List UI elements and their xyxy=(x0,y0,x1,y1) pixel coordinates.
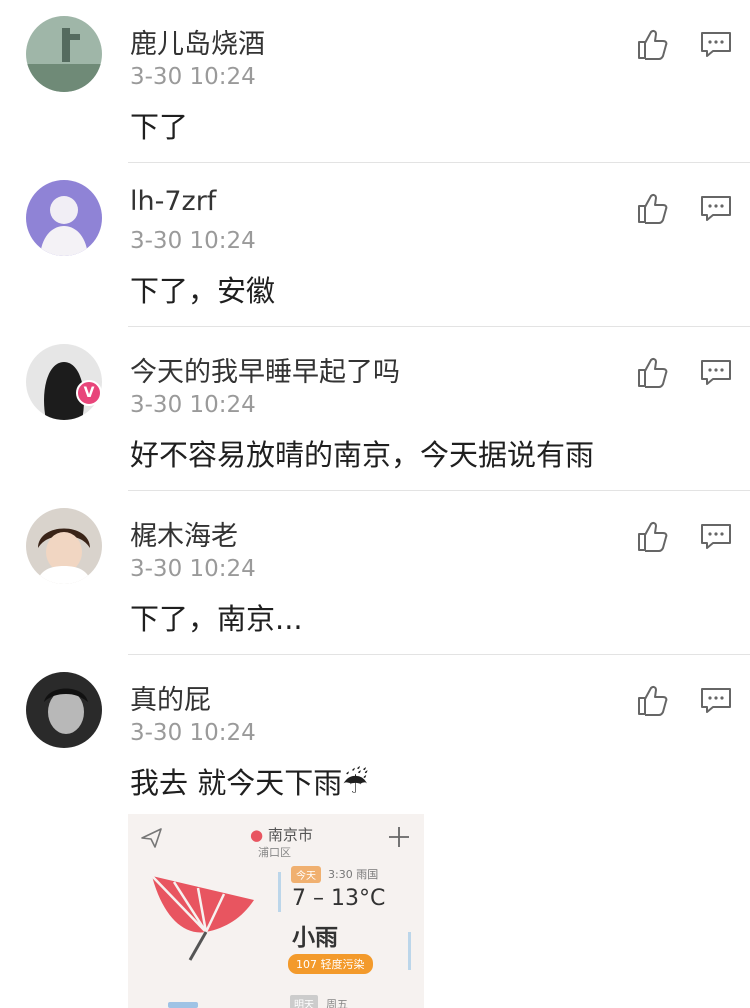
umbrella-icon xyxy=(151,875,254,961)
attached-weather-image[interactable]: ● 南京市 浦口区 今天 3:30 雨国 7 – 13°C 小雨 107 轻度污… xyxy=(128,814,424,1008)
weather-condition: 小雨 xyxy=(292,925,338,951)
comment-text: 下了，南京... xyxy=(130,602,303,636)
location-pin-icon: ● xyxy=(250,826,264,844)
weather-city-name: 南京市 xyxy=(267,826,313,844)
like-button[interactable] xyxy=(634,190,670,226)
timestamp: 3-30 10:24 xyxy=(130,720,256,746)
weather-next-day-tag: 明天 xyxy=(290,995,318,1008)
reply-button[interactable] xyxy=(698,682,734,718)
weather-indicator-bar xyxy=(168,1002,198,1008)
thumbs-up-icon xyxy=(638,357,668,388)
reply-button[interactable] xyxy=(698,518,734,554)
divider xyxy=(128,490,750,491)
comment-text: 好不容易放晴的南京，今天据说有雨 xyxy=(130,438,595,472)
like-button[interactable] xyxy=(634,26,670,62)
comment-item: lh-7zrf 3-30 10:24 下了，安徽 xyxy=(0,164,750,328)
like-button[interactable] xyxy=(634,354,670,390)
comment-item: V 今天的我早睡早起了吗 3-30 10:24 好不容易放晴的南京，今天据说有雨 xyxy=(0,328,750,492)
thumbs-up-icon xyxy=(638,29,668,60)
weather-indicator-bar xyxy=(278,872,281,912)
divider xyxy=(128,162,750,163)
plus-icon xyxy=(389,827,409,847)
reply-button[interactable] xyxy=(698,26,734,62)
reply-button[interactable] xyxy=(698,190,734,226)
divider xyxy=(128,326,750,327)
weather-city: ● 南京市 xyxy=(250,824,313,845)
comment-bubble-icon xyxy=(701,360,731,385)
comment-item: 梶木海老 3-30 10:24 下了，南京... xyxy=(0,492,750,656)
comment-bubble-icon xyxy=(701,32,731,57)
avatar[interactable] xyxy=(26,508,102,584)
comment-bubble-icon xyxy=(701,688,731,713)
username[interactable]: 真的屁 xyxy=(130,678,211,717)
username[interactable]: 今天的我早睡早起了吗 xyxy=(130,350,400,389)
weather-indicator-bar xyxy=(408,932,411,970)
comment-bubble-icon xyxy=(701,196,731,221)
send-icon xyxy=(141,828,162,848)
timestamp: 3-30 10:24 xyxy=(130,556,256,582)
thumbs-up-icon xyxy=(638,193,668,224)
weather-day-tag: 今天 xyxy=(291,866,321,883)
vip-badge: V xyxy=(76,380,102,406)
timestamp: 3-30 10:24 xyxy=(130,64,256,90)
username[interactable]: lh-7zrf xyxy=(130,186,216,217)
weather-next-day-text: 周五 xyxy=(326,998,348,1008)
thumbs-up-icon xyxy=(638,685,668,716)
reply-button[interactable] xyxy=(698,354,734,390)
comment-bubble-icon xyxy=(701,524,731,549)
like-button[interactable] xyxy=(634,518,670,554)
comment-text: 我去 就今天下雨☔ xyxy=(130,766,369,800)
username[interactable]: 鹿儿岛烧酒 xyxy=(130,22,265,61)
avatar[interactable] xyxy=(26,180,102,256)
comment-item: 真的屁 3-30 10:24 我去 就今天下雨☔ xyxy=(0,656,750,820)
avatar[interactable] xyxy=(26,16,102,92)
divider xyxy=(128,654,750,655)
like-button[interactable] xyxy=(634,682,670,718)
username[interactable]: 梶木海老 xyxy=(130,514,238,553)
comment-item: 鹿儿岛烧酒 3-30 10:24 下了 xyxy=(0,0,750,164)
thumbs-up-icon xyxy=(638,521,668,552)
timestamp: 3-30 10:24 xyxy=(130,228,256,254)
comment-text: 下了，安徽 xyxy=(130,274,276,308)
avatar[interactable] xyxy=(26,672,102,748)
timestamp: 3-30 10:24 xyxy=(130,392,256,418)
air-quality-badge: 107 轻度污染 xyxy=(288,954,373,974)
weather-temperature: 7 – 13°C xyxy=(292,886,386,911)
weather-time: 3:30 雨国 xyxy=(328,868,379,881)
comment-text: 下了 xyxy=(130,110,189,144)
